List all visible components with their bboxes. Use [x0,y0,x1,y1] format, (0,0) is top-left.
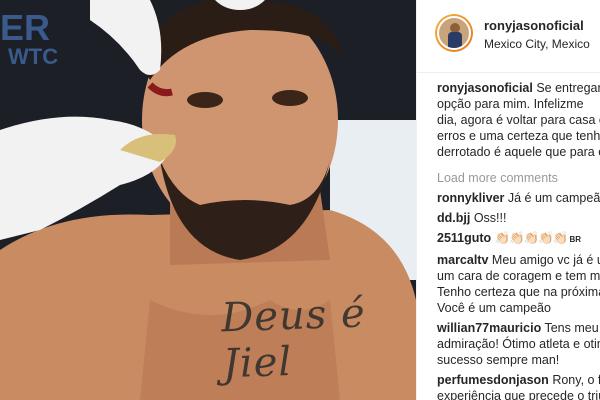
caption-line: erros e uma certeza que tenho [437,129,600,143]
chest-tattoo: Deus é Jiel [220,290,367,388]
comment-text: Tens meu re [544,321,600,335]
caption-line: opção para mim. Infelizme [437,97,584,111]
comment-text: Tenho certeza que na próxima [437,285,600,299]
caption-username[interactable]: ronyjasonoficial [437,81,533,95]
comment-suffix: BR [569,235,582,244]
comment-text: 👏🏻👏🏻👏🏻👏🏻👏🏻 [494,231,569,245]
comment-username[interactable]: dd.bjj [437,211,470,225]
comment-item: 2511guto 👏🏻👏🏻👏🏻👏🏻👏🏻 BR [437,230,600,248]
caption-line: derrotado é aquele que para c [437,145,600,159]
poster-line-1: ER [0,7,51,48]
comment-text: Oss!!! [473,211,507,225]
poster-line-2: WTC [8,44,59,69]
comment-item: dd.bjj Oss!!! [437,210,600,226]
post-location[interactable]: Mexico City, Mexico [484,37,590,51]
comment-item: ronnykliver Já é um campeão [437,190,600,206]
post-side-panel: ronyjasonoficial Mexico City, Mexico ron… [416,0,600,400]
comment-text: Você é um campeão [437,301,551,315]
comment-username[interactable]: 2511guto [437,231,491,245]
caption-line: dia, agora é voltar para casa e [437,113,600,127]
comment-text: sucesso sempre man! [437,353,560,367]
post-username[interactable]: ronyjasonoficial [484,18,584,33]
avatar[interactable] [435,14,473,52]
comment-item: marcaltv Meu amigo vc já é u um cara de … [437,252,600,316]
post-header: ronyjasonoficial Mexico City, Mexico [417,0,600,73]
comment-text: Rony, o fra [552,373,600,387]
comment-text: Meu amigo vc já é u [491,253,600,267]
comment-text: Já é um campeão [507,191,600,205]
caption: ronyjasonoficial Se entregar n opção par… [437,80,600,160]
post-photo[interactable]: ER WTC Deus é Jiel [0,0,416,400]
caption-line: Se entregar n [536,81,600,95]
comment-text: experiência que precede o triu [437,389,600,400]
comment-username[interactable]: perfumesdonjason [437,373,549,387]
comment-text: um cara de coragem e tem me [437,269,600,283]
comment-username[interactable]: willian77mauricio [437,321,541,335]
comment-item: willian77mauricio Tens meu re admiração!… [437,320,600,368]
poster-text: ER WTC [0,10,58,68]
avatar-image [437,16,471,50]
load-more-comments[interactable]: Load more comments [437,170,600,186]
comment-username[interactable]: ronnykliver [437,191,504,205]
comments-list: ronyjasonoficial Se entregar n opção par… [437,80,600,400]
comment-text: admiração! Ótimo atleta e otim [437,337,600,351]
comment-item: perfumesdonjason Rony, o fra experiência… [437,372,600,400]
comment-username[interactable]: marcaltv [437,253,488,267]
